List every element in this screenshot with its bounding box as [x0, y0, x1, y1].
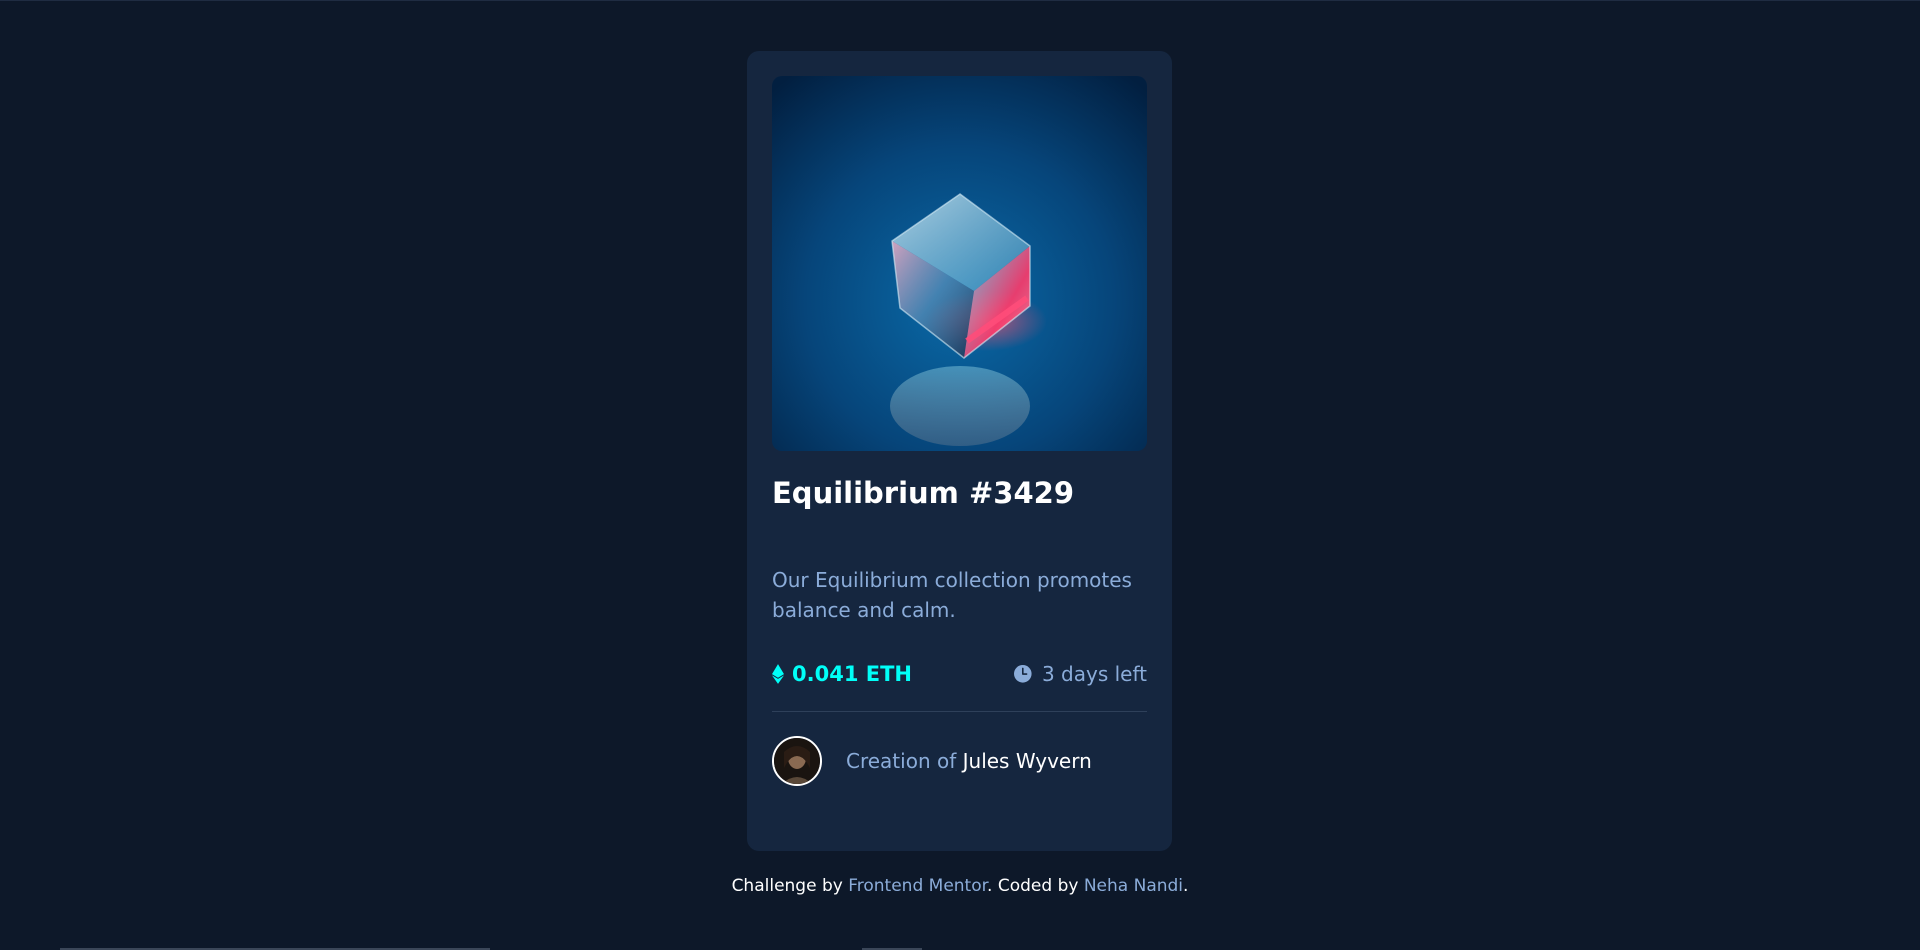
equilibrium-image[interactable]	[772, 76, 1147, 451]
nft-title[interactable]: Equilibrium #3429	[772, 475, 1147, 513]
attribution-footer: Challenge by Frontend Mentor. Coded by N…	[0, 876, 1920, 896]
creator-text: Creation of Jules Wyvern	[846, 749, 1092, 773]
page: Equilibrium #3429 Our Equilibrium collec…	[0, 0, 1920, 950]
price-value: 0.041 ETH	[792, 661, 912, 686]
creator-name-link[interactable]: Jules Wyvern	[963, 749, 1092, 773]
frontend-mentor-link[interactable]: Frontend Mentor	[848, 876, 987, 896]
clock-icon	[1013, 664, 1032, 683]
creator-prefix: Creation of	[846, 748, 957, 773]
cube-artwork	[772, 76, 1147, 451]
ethereum-icon	[772, 663, 784, 684]
avatar-portrait	[774, 737, 820, 784]
footer-text-1: Challenge by	[731, 876, 849, 896]
author-link[interactable]: Neha Nandi	[1084, 876, 1183, 896]
nft-meta-row: 0.041 ETH 3 days left	[772, 659, 1147, 689]
nft-description: Our Equilibrium collection promotes bala…	[772, 567, 1132, 622]
creator-row: Creation of Jules Wyvern	[772, 735, 1147, 786]
price-group: 0.041 ETH	[772, 662, 912, 686]
time-group: 3 days left	[1013, 661, 1147, 686]
nft-card: Equilibrium #3429 Our Equilibrium collec…	[747, 51, 1172, 851]
footer-text-3: .	[1183, 876, 1189, 896]
creator-avatar	[772, 735, 822, 786]
footer-text-2: . Coded by	[987, 876, 1084, 896]
card-divider	[772, 710, 1147, 712]
time-left: 3 days left	[1041, 661, 1147, 686]
